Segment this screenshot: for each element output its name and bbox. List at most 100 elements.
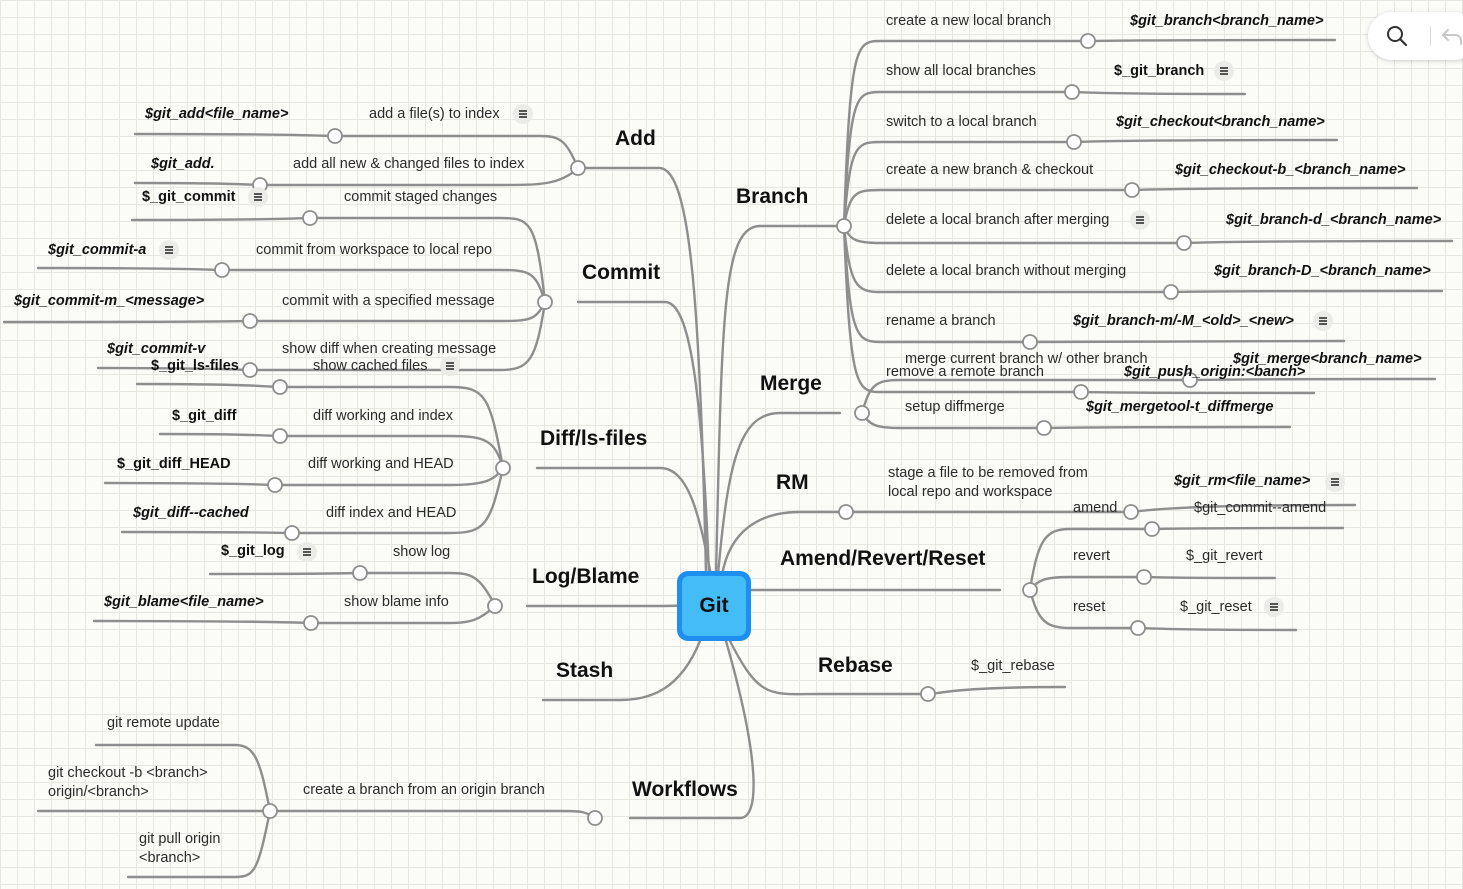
diff-cached-label[interactable]: show cached files xyxy=(313,358,427,375)
show-log-command[interactable]: $_git_log xyxy=(221,543,285,560)
workflow-branch-label[interactable]: create a branch from an origin branch xyxy=(303,782,545,799)
diff-working-index-command[interactable]: $_git_diff xyxy=(172,408,236,425)
diff-index-head-label[interactable]: diff index and HEAD xyxy=(326,505,456,522)
node-knob[interactable] xyxy=(570,160,586,176)
rm-command[interactable]: $git_rm<file_name> xyxy=(1174,473,1310,490)
add-all-command[interactable]: $git_add. xyxy=(151,156,215,173)
note-icon[interactable] xyxy=(1130,210,1150,230)
branch-checkout-label[interactable]: create a new branch & checkout xyxy=(886,162,1093,179)
node-knob[interactable] xyxy=(537,294,553,310)
workflow-checkout[interactable]: git checkout -b <branch> origin/<branch> xyxy=(48,764,238,802)
node-knob[interactable] xyxy=(854,405,870,421)
topic-diff[interactable]: Diff/ls-files xyxy=(540,427,647,451)
branch-delete-command[interactable]: $git_branch-d_<branch_name> xyxy=(1226,212,1441,229)
workflow-pull[interactable]: git pull origin <branch> xyxy=(139,830,239,868)
merge-branch-command[interactable]: $git_merge<branch_name> xyxy=(1233,351,1422,368)
show-log-label[interactable]: show log xyxy=(393,544,450,561)
rm-label[interactable]: stage a file to be removed from local re… xyxy=(888,464,1118,502)
merge-tool-label[interactable]: setup diffmerge xyxy=(905,399,1005,416)
merge-tool-command[interactable]: $git_mergetool-t_diffmerge xyxy=(1086,399,1273,416)
node-knob[interactable] xyxy=(214,262,230,278)
blame-command[interactable]: $git_blame<file_name> xyxy=(104,594,264,611)
reset-label[interactable]: reset xyxy=(1073,599,1105,616)
workflow-remote-update[interactable]: git remote update xyxy=(107,715,220,732)
node-knob[interactable] xyxy=(487,598,503,614)
revert-label[interactable]: revert xyxy=(1073,548,1110,565)
add-all-label[interactable]: add all new & changed files to index xyxy=(293,156,524,173)
branch-checkout-command[interactable]: $git_checkout-b_<branch_name> xyxy=(1175,162,1405,179)
node-knob[interactable] xyxy=(1163,284,1179,300)
diff-working-head-label[interactable]: diff working and HEAD xyxy=(308,456,454,473)
node-knob[interactable] xyxy=(284,525,300,541)
node-knob[interactable] xyxy=(495,460,511,476)
node-knob[interactable] xyxy=(242,313,258,329)
commit-workspace-label[interactable]: commit from workspace to local repo xyxy=(256,242,492,259)
node-knob[interactable] xyxy=(272,428,288,444)
node-knob[interactable] xyxy=(267,477,283,493)
note-icon[interactable] xyxy=(440,356,460,376)
node-knob[interactable] xyxy=(1064,84,1080,100)
commit-workspace-command[interactable]: $git_commit-a xyxy=(48,242,146,259)
node-knob[interactable] xyxy=(1022,334,1038,350)
note-icon[interactable] xyxy=(513,104,533,124)
reset-command[interactable]: $_git_reset xyxy=(1180,599,1252,616)
node-knob[interactable] xyxy=(920,686,936,702)
revert-command[interactable]: $_git_revert xyxy=(1186,548,1263,565)
merge-branch-label[interactable]: merge current branch w/ other branch xyxy=(905,351,1148,368)
diff-working-head-command[interactable]: $_git_diff_HEAD xyxy=(117,456,231,473)
add-file-label[interactable]: add a file(s) to index xyxy=(369,106,500,123)
node-knob[interactable] xyxy=(1130,620,1146,636)
node-knob[interactable] xyxy=(303,615,319,631)
node-knob[interactable] xyxy=(1124,182,1140,198)
note-icon[interactable] xyxy=(1214,61,1234,81)
topic-log[interactable]: Log/Blame xyxy=(532,565,639,589)
commit-diff-label[interactable]: show diff when creating message xyxy=(282,341,496,358)
node-knob[interactable] xyxy=(327,128,343,144)
commit-diff-command[interactable]: $git_commit-v xyxy=(107,341,205,358)
note-icon[interactable] xyxy=(159,240,179,260)
branch-switch-command[interactable]: $git_checkout<branch_name> xyxy=(1116,114,1325,131)
node-knob[interactable] xyxy=(1080,33,1096,49)
rebase-command[interactable]: $_git_rebase xyxy=(971,658,1055,675)
blame-label[interactable]: show blame info xyxy=(344,594,449,611)
branch-rename-command[interactable]: $git_branch-m/-M_<old>_<new> xyxy=(1073,313,1294,330)
node-knob[interactable] xyxy=(1123,504,1139,520)
note-icon[interactable] xyxy=(1325,472,1345,492)
add-file-command[interactable]: $git_add<file_name> xyxy=(145,106,288,123)
node-knob[interactable] xyxy=(262,803,278,819)
commit-message-label[interactable]: commit with a specified message xyxy=(282,293,495,310)
diff-working-index-label[interactable]: diff working and index xyxy=(313,408,453,425)
node-knob[interactable] xyxy=(1136,569,1152,585)
topic-amend-revert-reset[interactable]: Amend/Revert/Reset xyxy=(780,547,985,571)
node-knob[interactable] xyxy=(1144,521,1160,537)
commit-message-command[interactable]: $git_commit-m_<message> xyxy=(14,293,204,310)
diff-cached-command[interactable]: $_git_ls-files xyxy=(151,358,239,375)
branch-show-label[interactable]: show all local branches xyxy=(886,63,1036,80)
branch-show-command[interactable]: $_git_branch xyxy=(1114,63,1204,80)
branch-create-label[interactable]: create a new local branch xyxy=(886,13,1051,30)
node-knob[interactable] xyxy=(242,362,258,378)
node-knob[interactable] xyxy=(1022,582,1038,598)
topic-rebase[interactable]: Rebase xyxy=(818,654,893,678)
topic-stash[interactable]: Stash xyxy=(556,659,613,683)
diff-index-head-command[interactable]: $git_diff--cached xyxy=(133,505,249,522)
node-knob[interactable] xyxy=(587,810,603,826)
branch-delete-label[interactable]: delete a local branch after merging xyxy=(886,212,1109,229)
node-knob[interactable] xyxy=(1073,384,1089,400)
branch-switch-label[interactable]: switch to a local branch xyxy=(886,114,1037,131)
amend-label[interactable]: amend xyxy=(1073,500,1117,517)
node-knob[interactable] xyxy=(1066,134,1082,150)
node-knob[interactable] xyxy=(836,218,852,234)
amend-command[interactable]: $git_commit--amend xyxy=(1194,500,1326,517)
branch-create-command[interactable]: $git_branch<branch_name> xyxy=(1130,13,1323,30)
topic-merge[interactable]: Merge xyxy=(760,372,822,396)
note-icon[interactable] xyxy=(248,187,268,207)
branch-rename-label[interactable]: rename a branch xyxy=(886,313,996,330)
topic-rm[interactable]: RM xyxy=(776,471,809,495)
commit-staged-command[interactable]: $_git_commit xyxy=(142,189,235,206)
topic-branch[interactable]: Branch xyxy=(736,185,808,209)
search-icon[interactable] xyxy=(1385,24,1409,48)
branch-force-delete-command[interactable]: $git_branch-D_<branch_name> xyxy=(1214,263,1431,280)
note-icon[interactable] xyxy=(297,542,317,562)
topic-commit[interactable]: Commit xyxy=(582,261,660,285)
